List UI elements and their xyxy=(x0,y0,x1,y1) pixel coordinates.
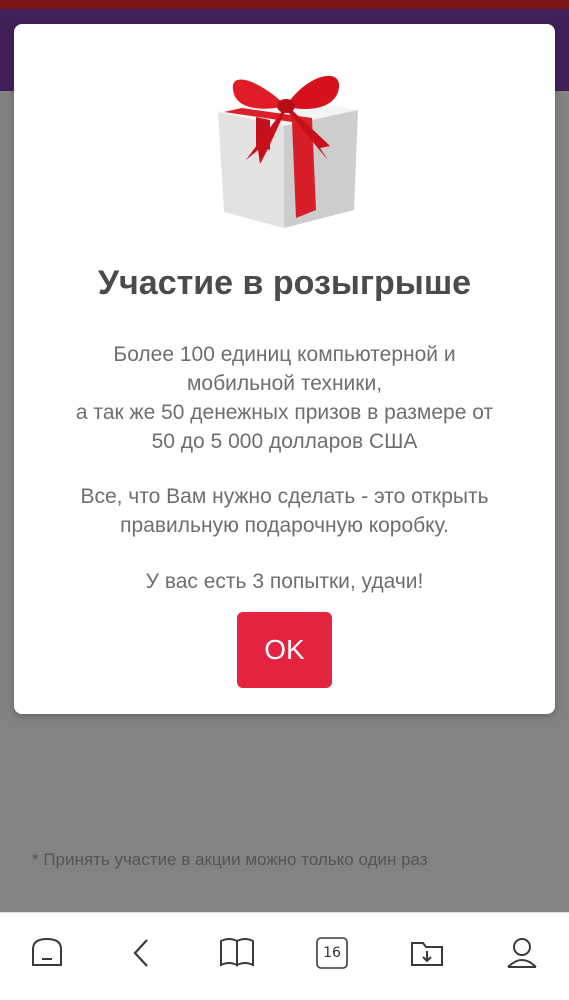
profile-icon xyxy=(504,935,540,971)
instruction-text: Все, что Вам нужно сделать - это открыть… xyxy=(34,482,535,540)
prize-line-1: Более 100 единиц компьютерной и xyxy=(113,343,456,366)
modal-title: Участие в розыгрыше xyxy=(97,264,472,302)
back-icon xyxy=(124,935,160,971)
bookmarks-icon xyxy=(217,935,257,971)
instruction-line-2: правильную подарочную коробку. xyxy=(120,514,449,537)
attempts-text: У вас есть 3 попытки, удачи! xyxy=(145,570,424,593)
ok-button[interactable]: OK xyxy=(237,612,332,688)
downloads-button[interactable] xyxy=(405,931,449,975)
downloads-icon xyxy=(409,935,445,971)
tabs-icon: 16 xyxy=(316,937,348,969)
giveaway-modal: Участие в розыгрыше Более 100 единиц ком… xyxy=(14,24,555,714)
prize-line-2: мобильной техники, xyxy=(186,372,383,395)
prize-line-3: а так же 50 денежных призов в размере от xyxy=(75,401,494,424)
browser-page: * Принять участие в акции можно только о… xyxy=(0,0,569,1000)
profile-button[interactable] xyxy=(500,931,544,975)
instruction-line-1: Все, что Вам нужно сделать - это открыть xyxy=(80,485,489,508)
prize-description: Более 100 единиц компьютерной и мобильно… xyxy=(34,340,535,456)
tabs-button[interactable]: 16 xyxy=(310,931,354,975)
tabs-count: 16 xyxy=(323,945,341,961)
home-icon xyxy=(29,935,65,971)
prize-line-4: 50 до 5 000 долларов США xyxy=(151,430,418,453)
bookmarks-button[interactable] xyxy=(215,931,259,975)
gift-box-icon xyxy=(212,60,362,230)
back-button[interactable] xyxy=(120,931,164,975)
browser-bottom-nav: 16 xyxy=(0,912,569,1000)
home-button[interactable] xyxy=(25,931,69,975)
